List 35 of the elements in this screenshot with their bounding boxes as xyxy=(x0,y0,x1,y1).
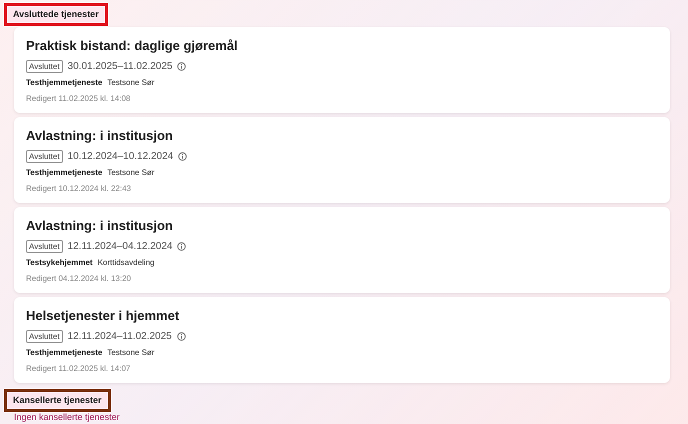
status-tag: Avsluttet xyxy=(26,240,63,253)
provider-name: Testhjemmetjeneste xyxy=(26,347,102,359)
service-card[interactable]: Avlastning: i institusjon Avsluttet 12.11.2024–04.12.2024 Testsykehjemmet Korttidsavdeling Redigert 04.12.2024 kl. 13:20 xyxy=(14,207,670,293)
unit-name: Testsone Sør xyxy=(107,77,154,89)
info-icon[interactable] xyxy=(177,62,186,71)
unit-name: Testsone Sør xyxy=(107,347,154,359)
info-icon[interactable] xyxy=(177,242,186,251)
info-icon[interactable] xyxy=(178,152,188,161)
service-card[interactable]: Avlastning: i institusjon Avsluttet 10.12.2024–10.12.2024 Testhjemmetjeneste Testsone Sør Redigert 10.12.2024 kl. 22:43 xyxy=(14,117,670,203)
empty-message: Ingen kansellerte tjenester xyxy=(13,412,121,423)
edited-timestamp: Redigert 11.02.2025 kl. 14:08 xyxy=(26,93,132,105)
service-period: 30.01.2025–11.02.2025 xyxy=(68,60,172,74)
service-card[interactable]: Praktisk bistand: daglige gjøremål Avsluttet 30.01.2025–11.02.2025 Testhjemmetjeneste Testsone Sør Redigert 11.02.2025 kl. 14:08 xyxy=(14,27,670,113)
provider-name: Testhjemmetjeneste xyxy=(26,167,102,179)
section-heading: Avsluttede tjenester xyxy=(4,3,108,26)
edited-timestamp: Redigert 04.12.2024 kl. 13:20 xyxy=(26,273,132,285)
service-period: 10.12.2024–10.12.2024 xyxy=(68,150,174,164)
provider-name: Testhjemmetjeneste xyxy=(26,77,102,89)
service-period: 12.11.2024–04.12.2024 xyxy=(68,240,172,254)
status-tag: Avsluttet xyxy=(26,150,63,163)
service-card[interactable]: Helsetjenester i hjemmet Avsluttet 12.11.2024–11.02.2025 Testhjemmetjeneste Testsone Sør Redigert 11.02.2025 kl. 14:07 xyxy=(14,297,670,383)
service-period: 12.11.2024–11.02.2025 xyxy=(68,330,172,344)
info-icon[interactable] xyxy=(176,332,186,341)
status-tag: Avsluttet xyxy=(26,330,63,343)
service-title: Praktisk bistand: daglige gjøremål xyxy=(26,37,239,55)
unit-name: Testsone Sør xyxy=(107,167,154,179)
section-heading: Kansellerte tjenester xyxy=(4,389,111,412)
service-title: Helsetjenester i hjemmet xyxy=(26,307,180,325)
provider-name: Testsykehjemmet xyxy=(26,257,93,269)
edited-timestamp: Redigert 10.12.2024 kl. 22:43 xyxy=(26,183,132,195)
edited-timestamp: Redigert 11.02.2025 kl. 14:07 xyxy=(26,363,132,375)
unit-name: Korttidsavdeling xyxy=(98,257,154,269)
status-tag: Avsluttet xyxy=(26,60,63,73)
service-title: Avlastning: i institusjon xyxy=(26,127,174,145)
service-title: Avlastning: i institusjon xyxy=(26,217,174,235)
